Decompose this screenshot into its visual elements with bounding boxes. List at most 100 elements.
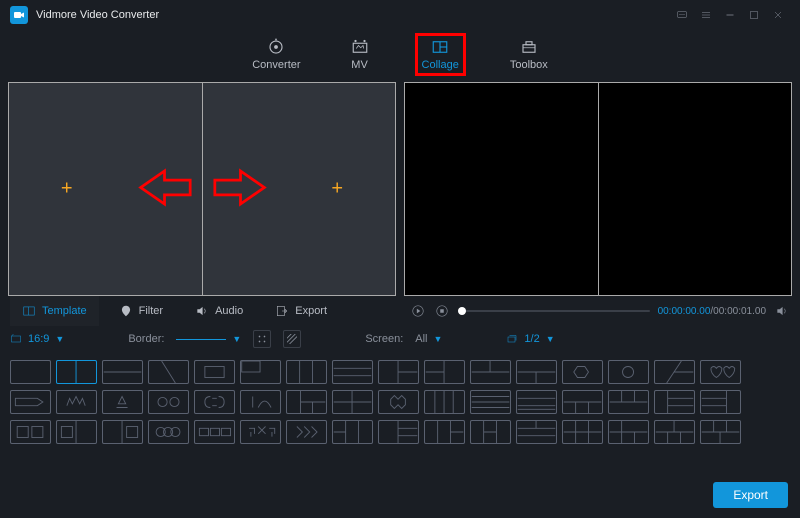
nav-mv[interactable]: MV [345,36,375,73]
template-item[interactable] [424,360,465,384]
tab-template[interactable]: Template [10,296,99,326]
template-item[interactable] [654,390,695,414]
template-item[interactable] [240,390,281,414]
menu-button[interactable] [694,3,718,27]
nav-collage-label: Collage [422,59,459,71]
volume-button[interactable] [774,303,790,319]
feedback-button[interactable] [670,3,694,27]
preview-pane-right [599,83,792,295]
template-item[interactable] [700,420,741,444]
app-logo-icon [10,6,28,24]
title-bar: Vidmore Video Converter [0,0,800,30]
tab-export[interactable]: Export [263,296,339,326]
page-indicator[interactable]: 1/2 ▼ [506,333,554,345]
template-item[interactable] [332,360,373,384]
template-item[interactable] [286,420,327,444]
template-item[interactable] [470,390,511,414]
chevron-down-icon: ▼ [546,334,555,344]
template-item[interactable] [562,390,603,414]
annotation-arrow-right-icon [213,168,268,211]
mv-icon [349,38,371,56]
template-item[interactable] [56,360,97,384]
template-item[interactable] [194,390,235,414]
template-item[interactable] [286,360,327,384]
template-item[interactable] [332,420,373,444]
template-item[interactable] [562,360,603,384]
template-item[interactable] [654,360,695,384]
template-item[interactable] [148,420,189,444]
nav-converter[interactable]: Converter [248,36,304,73]
template-item[interactable] [148,360,189,384]
template-item[interactable] [516,420,557,444]
template-item[interactable] [562,420,603,444]
export-button[interactable]: Export [713,482,788,508]
template-item[interactable] [378,360,419,384]
template-item[interactable] [102,390,143,414]
template-item[interactable] [102,420,143,444]
template-item[interactable] [700,390,741,414]
template-item[interactable] [240,420,281,444]
collage-pane-right[interactable]: + [203,83,396,295]
tab-filter[interactable]: Filter [107,296,175,326]
template-item[interactable] [378,390,419,414]
border-hatch-button[interactable] [283,330,301,348]
chevron-down-icon: ▼ [434,334,443,344]
template-item[interactable] [56,420,97,444]
template-item[interactable] [332,390,373,414]
nav-mv-label: MV [351,59,368,71]
maximize-button[interactable] [742,3,766,27]
template-item[interactable] [10,420,51,444]
tabs-and-player-row: Template Filter Audio Export 00:00:00.00… [0,298,800,324]
template-item[interactable] [240,360,281,384]
stop-button[interactable] [434,303,450,319]
template-item[interactable] [700,360,741,384]
tab-audio[interactable]: Audio [183,296,255,326]
template-row [10,390,790,414]
add-media-icon[interactable]: + [331,178,343,201]
aspect-ratio-dropdown[interactable]: 16:9 ▼ [10,333,64,345]
border-label: Border: [128,333,164,345]
border-grid-button[interactable] [253,330,271,348]
nav-toolbox-label: Toolbox [510,59,548,71]
nav-toolbox[interactable]: Toolbox [506,36,552,73]
template-options: 16:9 ▼ Border: ▼ Screen: All ▼ 1/2 ▼ [0,324,800,354]
template-item[interactable] [424,420,465,444]
collage-pane-left[interactable]: + [9,83,202,295]
template-item[interactable] [608,420,649,444]
template-item[interactable] [56,390,97,414]
nav-collage[interactable]: Collage [415,33,466,76]
template-item[interactable] [286,390,327,414]
screen-dropdown[interactable]: All ▼ [415,333,442,345]
screen-value: All [415,333,427,345]
template-item[interactable] [10,360,51,384]
minimize-button[interactable] [718,3,742,27]
template-item[interactable] [470,360,511,384]
tab-audio-label: Audio [215,305,243,317]
workspace: + + [0,78,800,296]
template-item[interactable] [378,420,419,444]
progress-bar[interactable] [458,310,650,312]
template-item[interactable] [608,360,649,384]
template-item[interactable] [10,390,51,414]
template-item[interactable] [470,420,511,444]
template-item[interactable] [516,390,557,414]
collage-canvas[interactable]: + + [8,82,396,296]
border-style-dropdown[interactable]: ▼ [176,334,241,344]
progress-handle[interactable] [458,307,466,315]
add-media-icon[interactable]: + [61,178,73,201]
template-row [10,360,790,384]
template-item[interactable] [102,360,143,384]
preview-panel [404,82,792,296]
template-item[interactable] [194,420,235,444]
template-item[interactable] [608,390,649,414]
player-controls: 00:00:00.00/00:00:01.00 [410,303,790,319]
tab-template-label: Template [42,305,87,317]
annotation-arrow-left-icon [137,168,192,211]
template-item[interactable] [194,360,235,384]
template-item[interactable] [424,390,465,414]
template-item[interactable] [654,420,695,444]
close-button[interactable] [766,3,790,27]
play-button[interactable] [410,303,426,319]
template-item[interactable] [148,390,189,414]
template-item[interactable] [516,360,557,384]
